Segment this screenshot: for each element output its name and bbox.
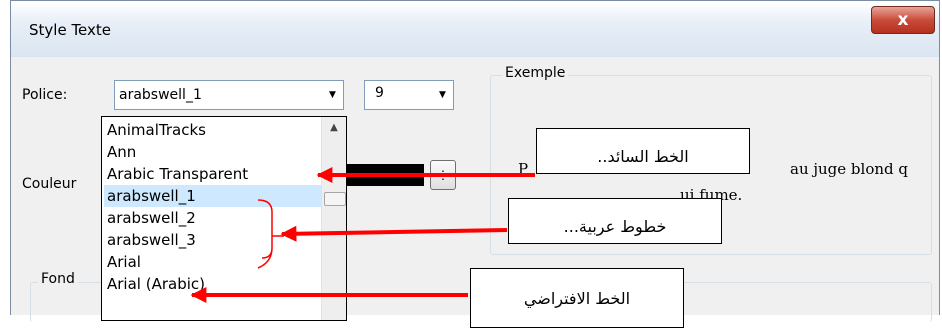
list-item[interactable]: Ann xyxy=(104,141,321,163)
window-title: Style Texte xyxy=(29,21,112,39)
list-item[interactable]: Arial xyxy=(104,251,321,273)
default-font-callout: الخط الافتراضي xyxy=(470,268,684,328)
list-item[interactable]: AnimalTracks xyxy=(104,119,321,141)
arabic-fonts-callout: خطوط عربية... xyxy=(508,198,722,244)
chevron-down-icon[interactable]: ▼ xyxy=(434,83,451,107)
preview-text-line1: au juge blond q xyxy=(790,160,908,178)
chevron-down-icon[interactable]: ▼ xyxy=(324,83,341,107)
list-item[interactable]: Arabic Transparent xyxy=(104,163,321,185)
list-item[interactable]: arabswell_2 xyxy=(104,207,321,229)
list-item[interactable]: Arial (Arabic) xyxy=(104,273,321,295)
current-font-callout: الخط السائد.. xyxy=(536,128,750,174)
font-size-select[interactable]: 9 ▼ xyxy=(364,80,454,110)
list-item[interactable]: arabswell_3 xyxy=(104,229,321,251)
background-group xyxy=(30,282,110,322)
color-picker-button[interactable]: ⋮ xyxy=(430,160,456,190)
font-select-value: arabswell_1 xyxy=(119,87,202,103)
font-list[interactable]: AnimalTracks Ann Arabic Transparent arab… xyxy=(101,116,347,321)
list-scrollbar[interactable]: ▲ xyxy=(321,117,346,320)
title-bar: Style Texte x xyxy=(11,1,939,57)
close-button[interactable]: x xyxy=(871,6,935,34)
list-item-selected[interactable]: arabswell_1 xyxy=(104,185,321,207)
scroll-thumb[interactable] xyxy=(324,192,346,206)
preview-text-cut: P xyxy=(518,160,529,178)
background-group-label: Fond xyxy=(38,271,78,287)
example-group-label: Exemple xyxy=(502,65,569,81)
font-select[interactable]: arabswell_1 ▼ xyxy=(114,80,344,110)
scroll-up-icon[interactable]: ▲ xyxy=(322,117,346,137)
font-size-value: 9 xyxy=(375,85,384,101)
font-label: Police: xyxy=(22,87,68,103)
color-label: Couleur xyxy=(22,176,77,192)
color-swatch[interactable] xyxy=(346,164,424,186)
